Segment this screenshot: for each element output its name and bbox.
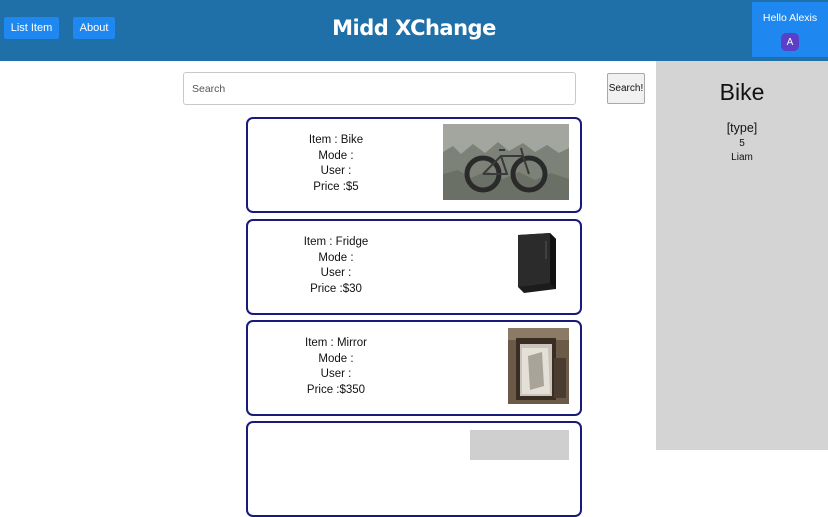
item-card-text: Item : Fridge Mode : User : Price :$30 [248, 235, 424, 297]
mirror-photo [508, 328, 569, 404]
detail-type: [type] [726, 121, 758, 135]
item-mode: Mode : [318, 251, 354, 264]
item-price: Price :$5 [313, 180, 359, 193]
bike-photo [443, 124, 569, 200]
item-card-mirror[interactable]: Item : Mirror Mode : User : Price :$350 [246, 320, 582, 416]
item-card-bike[interactable]: Item : Bike Mode : User : Price :$5 [246, 117, 582, 213]
item-card-text: Item : Bike Mode : User : Price :$5 [248, 133, 424, 195]
item-card-text: Item : Mirror Mode : User : Price :$350 [248, 336, 424, 398]
fridge-photo [514, 231, 560, 295]
item-mode: Mode : [318, 352, 354, 365]
item-name: Item : Fridge [303, 236, 369, 248]
item-detail-panel: Bike [type] 5 Liam [656, 61, 828, 450]
item-price: Price :$350 [306, 383, 366, 396]
item-name: Item : Bike [308, 134, 364, 146]
item-card-fridge[interactable]: Item : Fridge Mode : User : Price :$30 [246, 219, 582, 315]
item-mode: Mode : [318, 149, 354, 162]
user-greeting: Hello Alexis [762, 12, 818, 24]
detail-title: Bike [719, 79, 765, 105]
detail-price: 5 [739, 138, 745, 149]
avatar[interactable]: A [781, 33, 799, 51]
detail-user: Liam [731, 152, 753, 163]
search-button[interactable]: Search! [607, 73, 645, 104]
item-card[interactable] [246, 421, 582, 517]
item-user: User : [320, 267, 352, 279]
list-item-button[interactable]: List Item [4, 17, 59, 39]
search-input[interactable] [183, 72, 576, 105]
user-menu[interactable]: Hello Alexis A [752, 2, 828, 57]
item-user: User : [320, 368, 352, 380]
about-button[interactable]: About [73, 17, 115, 39]
item-user: User : [320, 165, 352, 177]
item-name: Item : Mirror [305, 337, 367, 349]
item-photo [470, 430, 569, 460]
site-title: Midd XChange [332, 16, 496, 40]
item-price: Price :$30 [310, 282, 362, 295]
header-bar: List Item About Midd XChange Hello Alexi… [0, 0, 828, 61]
